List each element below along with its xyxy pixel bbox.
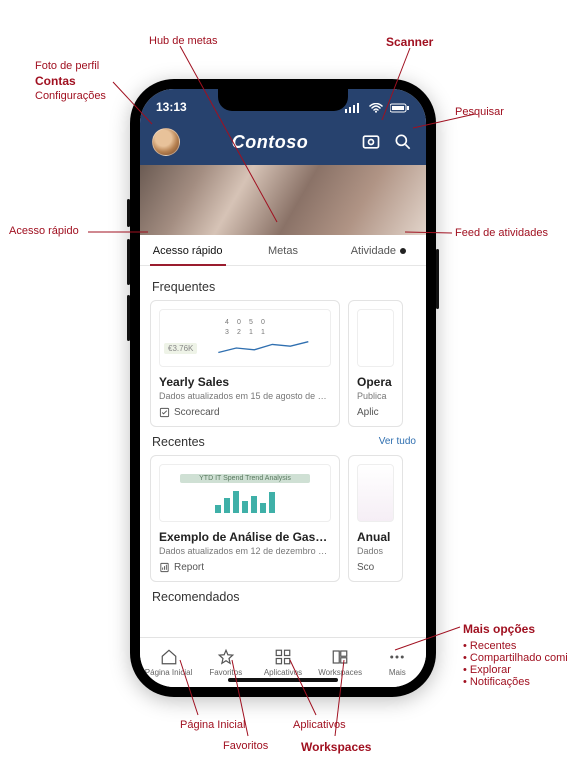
card-meta: Scorecard [159, 407, 331, 418]
card-opera-peek[interactable]: Opera Publica Aplic [348, 300, 403, 427]
nav-label: Mais [389, 668, 406, 677]
card-subtitle: Dados atualizados em 15 de agosto de 202… [159, 391, 331, 401]
callout-mais-opcoes: Mais opções [463, 622, 535, 636]
section-title-frequentes: Frequentes [152, 280, 416, 294]
content-area[interactable]: Frequentes 4050 3211 €3.76K Yearly Sales… [140, 266, 426, 668]
side-button [127, 199, 130, 227]
section-title-recentes: Recentes [152, 435, 205, 449]
callout-workspaces: Workspaces [301, 740, 371, 754]
card-subtitle: Publica [357, 391, 394, 401]
battery-icon [390, 103, 410, 113]
callout-aplicativos: Aplicativos [293, 719, 346, 731]
callout-foto-perfil: Foto de perfil [35, 60, 99, 72]
card-yearly-sales[interactable]: 4050 3211 €3.76K Yearly Sales Dados atua… [150, 300, 340, 427]
report-icon [159, 562, 170, 573]
callout-scanner: Scanner [386, 35, 433, 49]
tab-label: Metas [268, 245, 298, 257]
tabs-row: Acesso rápido Metas Atividade [140, 235, 426, 266]
card-title: Exemplo de Análise de Gastos de TI [159, 530, 331, 544]
frequentes-scroll[interactable]: 4050 3211 €3.76K Yearly Sales Dados atua… [150, 300, 416, 427]
nav-favorites[interactable]: Favoritos [197, 648, 254, 677]
home-indicator [228, 678, 338, 682]
card-thumbnail: YTD IT Spend Trend Analysis [159, 464, 331, 522]
recentes-scroll[interactable]: YTD IT Spend Trend Analysis Exemplo de A… [150, 455, 416, 582]
signal-icon [345, 103, 361, 113]
callout-configuracoes: Configurações [35, 90, 106, 102]
profile-avatar[interactable] [152, 128, 180, 156]
scanner-icon [361, 132, 381, 152]
callout-mais-list: Recentes Compartilhado comigo Explorar N… [463, 638, 567, 688]
phone-screen: 13:13 Contoso Acesso rápido Metas Ativid… [140, 89, 426, 687]
wifi-icon [369, 103, 383, 113]
scorecard-icon [159, 407, 170, 418]
nav-label: Aplicativos [264, 668, 302, 677]
phone-notch [218, 89, 348, 111]
bars-icon [215, 489, 275, 513]
phone-frame: 13:13 Contoso Acesso rápido Metas Ativid… [130, 79, 436, 697]
callout-feed-atividades: Feed de atividades [455, 227, 548, 239]
card-meta: Report [159, 562, 331, 573]
activity-dot-icon [400, 248, 406, 254]
card-subtitle: Dados atualizados em 12 de dezembro de 2… [159, 546, 331, 556]
callout-pagina-inicial: Página Inicial [180, 719, 245, 731]
tab-quick-access[interactable]: Acesso rápido [140, 235, 235, 265]
brand-title: Contoso [190, 132, 350, 153]
nav-more[interactable]: Mais [369, 648, 426, 677]
side-button [127, 295, 130, 341]
status-icons [341, 100, 410, 114]
nav-home[interactable]: Página Inicial [140, 648, 197, 677]
callout-contas: Contas [35, 74, 76, 88]
card-title: Anual [357, 530, 394, 544]
card-it-spend[interactable]: YTD IT Spend Trend Analysis Exemplo de A… [150, 455, 340, 582]
home-icon [160, 648, 178, 666]
tab-label: Atividade [351, 245, 396, 257]
card-subtitle: Dados [357, 546, 394, 556]
status-time: 13:13 [156, 100, 187, 114]
card-anual-peek[interactable]: Anual Dados Sco [348, 455, 403, 582]
hero-image [140, 165, 426, 235]
bottom-nav: Página Inicial Favoritos Aplicativos Wor… [140, 637, 426, 687]
star-icon [217, 648, 235, 666]
card-title: Opera [357, 375, 394, 389]
section-title-recomendados: Recomendados [152, 590, 416, 604]
search-icon [393, 132, 413, 152]
apps-icon [274, 648, 292, 666]
tab-goals[interactable]: Metas [235, 235, 330, 265]
sparkline-icon [201, 339, 326, 357]
nav-label: Favoritos [209, 668, 242, 677]
card-meta: Sco [357, 562, 394, 573]
callout-acesso-rapido: Acesso rápido [9, 225, 79, 237]
tab-label: Acesso rápido [153, 245, 223, 257]
card-meta: Aplic [357, 407, 394, 418]
nav-label: Workspaces [318, 668, 362, 677]
card-thumbnail [357, 464, 394, 522]
app-header: Contoso [140, 119, 426, 165]
nav-label: Página Inicial [145, 668, 193, 677]
callout-favoritos: Favoritos [223, 740, 268, 752]
more-icon [388, 648, 406, 666]
nav-apps[interactable]: Aplicativos [254, 648, 311, 677]
callout-pesquisar: Pesquisar [455, 106, 504, 118]
see-all-link[interactable]: Ver tudo [379, 436, 416, 447]
tab-activity[interactable]: Atividade [331, 235, 426, 265]
side-button [436, 249, 439, 309]
side-button [127, 239, 130, 285]
scanner-button[interactable] [360, 131, 382, 153]
card-thumbnail [357, 309, 394, 367]
card-title: Yearly Sales [159, 375, 331, 389]
workspaces-icon [331, 648, 349, 666]
search-button[interactable] [392, 131, 414, 153]
card-thumbnail: 4050 3211 €3.76K [159, 309, 331, 367]
nav-workspaces[interactable]: Workspaces [312, 648, 369, 677]
callout-hub-metas: Hub de metas [149, 35, 217, 47]
